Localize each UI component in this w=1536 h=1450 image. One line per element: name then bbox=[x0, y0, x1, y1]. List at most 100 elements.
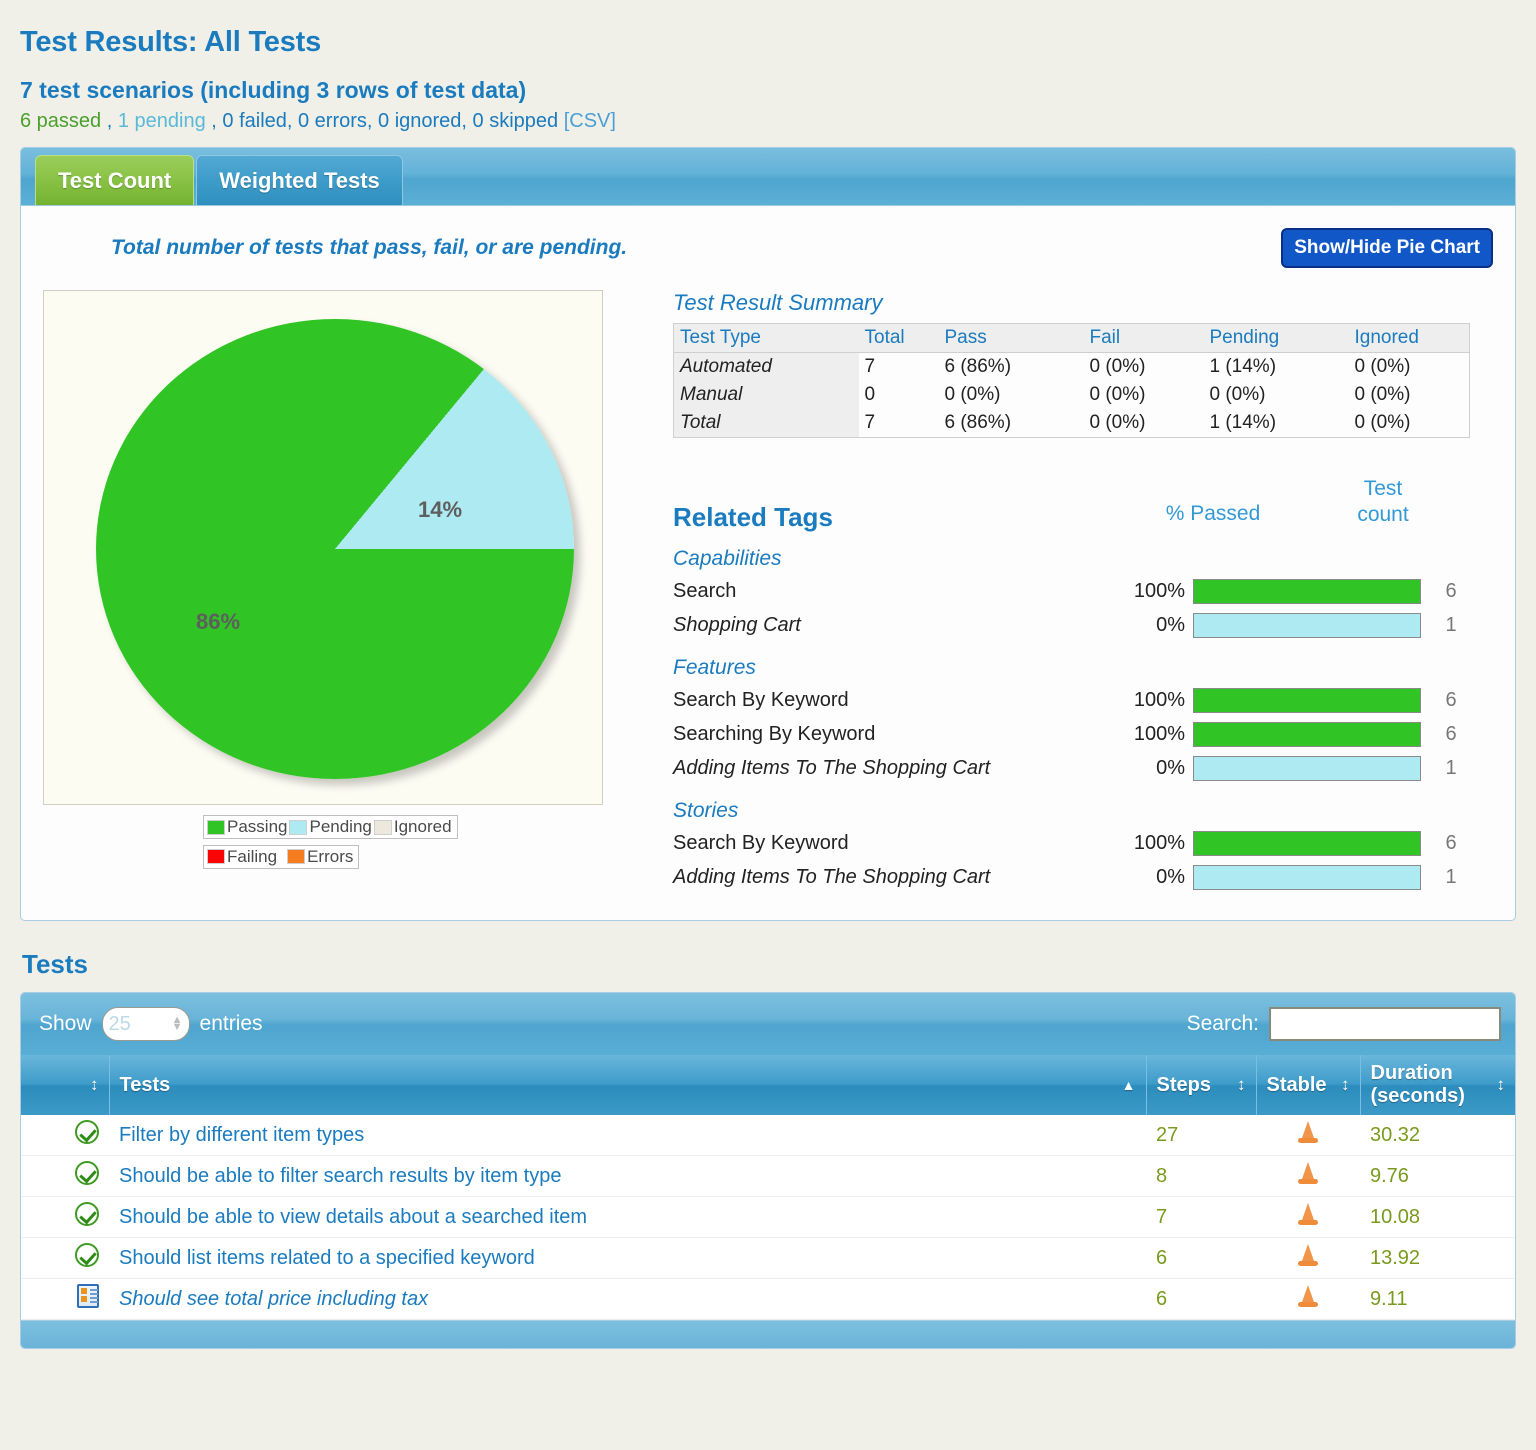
list-item: Shopping Cart 0% 1 bbox=[673, 608, 1493, 642]
duration-cell: 10.08 bbox=[1360, 1196, 1515, 1238]
tag-percent: 100% bbox=[1133, 722, 1185, 745]
table-row[interactable]: Should see total price including tax 6 9… bbox=[21, 1278, 1515, 1320]
list-item: Searching By Keyword 100% 6 bbox=[673, 717, 1493, 751]
tag-name[interactable]: Search By Keyword bbox=[673, 832, 1103, 855]
show-hide-pie-chart-button[interactable]: Show/Hide Pie Chart bbox=[1281, 228, 1493, 268]
summary-cell-fail: 0 (0%) bbox=[1083, 409, 1204, 438]
tag-name[interactable]: Searching By Keyword bbox=[673, 723, 1103, 746]
pass-check-icon bbox=[75, 1161, 99, 1185]
tab-weighted-tests[interactable]: Weighted Tests bbox=[196, 155, 403, 205]
search-label: Search: bbox=[1186, 1012, 1259, 1035]
summary-col-fail: Fail bbox=[1083, 323, 1204, 353]
summary-cell-pass: 6 (86%) bbox=[944, 356, 1012, 377]
list-item: Adding Items To The Shopping Cart 0% 1 bbox=[673, 860, 1493, 894]
stepper-arrows-icon[interactable]: ▲ ▼ bbox=[172, 1015, 183, 1033]
tag-name[interactable]: Adding Items To The Shopping Cart bbox=[673, 866, 1103, 889]
entries-per-page-select[interactable]: 25 ▲ ▼ bbox=[101, 1007, 190, 1041]
csv-link[interactable]: [CSV] bbox=[564, 110, 616, 132]
table-row: Automated 7 6 (86%) 0 (0%) 1 (14%) 0 (0%… bbox=[673, 352, 1470, 381]
tag-name[interactable]: Shopping Cart bbox=[673, 614, 1103, 637]
stable-cell bbox=[1256, 1278, 1360, 1320]
summary-col-ignored: Ignored bbox=[1348, 323, 1470, 353]
test-name-cell: Should be able to filter search results … bbox=[109, 1155, 1146, 1197]
pass-check-icon bbox=[75, 1202, 99, 1226]
tag-test-count: 6 bbox=[1445, 722, 1457, 745]
tag-percent: 0% bbox=[1156, 613, 1185, 636]
tag-name[interactable]: Adding Items To The Shopping Cart bbox=[673, 757, 1103, 780]
legend-label-ignored: Ignored bbox=[393, 817, 452, 836]
tests-col-name[interactable]: Tests ▲ bbox=[109, 1055, 1147, 1115]
pie-chart-frame: 14% 86% bbox=[43, 290, 603, 805]
search-input[interactable] bbox=[1269, 1007, 1501, 1041]
table-row[interactable]: Should be able to view details about a s… bbox=[21, 1196, 1515, 1238]
steps-cell: 27 bbox=[1146, 1115, 1256, 1156]
tag-percent: 0% bbox=[1156, 865, 1185, 888]
tag-test-count: 6 bbox=[1445, 688, 1457, 711]
test-name-link[interactable]: Should list items related to a specified… bbox=[119, 1247, 535, 1269]
scenario-summary: 7 test scenarios (including 3 rows of te… bbox=[20, 77, 527, 103]
status-cell bbox=[21, 1196, 109, 1238]
sort-toggle-icon[interactable]: ↕ bbox=[1237, 1075, 1246, 1095]
summary-cell-total: 7 bbox=[864, 356, 876, 377]
summary-cell-ignored: 0 (0%) bbox=[1348, 381, 1470, 409]
test-name-link[interactable]: Should be able to view details about a s… bbox=[119, 1206, 587, 1228]
sort-ascending-icon[interactable]: ▲ bbox=[1122, 1077, 1136, 1093]
sort-toggle-icon[interactable]: ↕ bbox=[90, 1075, 99, 1095]
panel-columns: 14% 86% Passing Pending Ignored Failing … bbox=[43, 290, 1493, 894]
sort-toggle-icon[interactable]: ↕ bbox=[1497, 1075, 1506, 1095]
tests-col-duration[interactable]: Duration (seconds) ↕ bbox=[1360, 1055, 1515, 1115]
legend-swatch-passing bbox=[207, 819, 225, 835]
summary-title: Test Result Summary bbox=[673, 290, 883, 315]
status-cell bbox=[21, 1155, 109, 1197]
list-item: Search By Keyword 100% 6 bbox=[673, 826, 1493, 860]
tag-progress-bar bbox=[1193, 687, 1421, 713]
tag-percent: 100% bbox=[1133, 579, 1185, 602]
summary-cell-type: Total bbox=[673, 409, 859, 438]
counts-sep-2: , bbox=[205, 110, 223, 132]
table-row[interactable]: Filter by different item types 27 30.32 bbox=[21, 1115, 1515, 1156]
test-name-cell: Should see total price including tax bbox=[109, 1278, 1146, 1320]
tests-panel: Show 25 ▲ ▼ entries Search: ↕ Tests ▲ St… bbox=[20, 992, 1516, 1349]
tag-percent: 100% bbox=[1133, 831, 1185, 854]
legend-item-passing: Passing bbox=[207, 817, 287, 837]
test-name-link[interactable]: Should see total price including tax bbox=[119, 1288, 428, 1310]
show-entries-control: Show 25 ▲ ▼ entries bbox=[39, 1007, 263, 1041]
tab-test-count[interactable]: Test Count bbox=[35, 155, 195, 205]
summary-header-row: Test Type Total Pass Fail Pending Ignore… bbox=[673, 323, 1470, 353]
summary-cell-type: Manual bbox=[673, 381, 859, 409]
steps-cell: 6 bbox=[1146, 1278, 1256, 1320]
legend-label-failing: Failing bbox=[227, 846, 278, 866]
tag-name[interactable]: Search By Keyword bbox=[673, 689, 1103, 712]
passed-count: 6 passed bbox=[20, 110, 102, 132]
stable-cell bbox=[1256, 1115, 1360, 1156]
duration-cell: 9.11 bbox=[1360, 1278, 1515, 1320]
legend-item-pending: Pending bbox=[289, 817, 372, 837]
traffic-cone-icon bbox=[1298, 1244, 1318, 1266]
tag-percent: 0% bbox=[1156, 756, 1185, 779]
count-header-line-2: count bbox=[1357, 503, 1409, 527]
counts-sep-1: , bbox=[101, 110, 118, 132]
summary-cell-ignored: 0 (0%) bbox=[1348, 409, 1470, 438]
tag-test-count: 6 bbox=[1445, 579, 1457, 602]
duration-label-line-2: (seconds) bbox=[1370, 1085, 1465, 1107]
stable-cell bbox=[1256, 1237, 1360, 1279]
test-result-summary-table: Test Type Total Pass Fail Pending Ignore… bbox=[673, 323, 1470, 438]
summary-cell-total: 7 bbox=[858, 409, 939, 438]
test-name-link[interactable]: Filter by different item types bbox=[119, 1124, 364, 1146]
test-name-link[interactable]: Should be able to filter search results … bbox=[119, 1165, 561, 1187]
tag-percent: 100% bbox=[1133, 688, 1185, 711]
summary-cell-type: Automated bbox=[673, 352, 859, 381]
tag-group-stories: Stories Search By Keyword 100% 6 Adding … bbox=[673, 799, 1493, 894]
tests-col-stable[interactable]: Stable ↕ bbox=[1256, 1055, 1361, 1115]
sort-toggle-icon[interactable]: ↕ bbox=[1341, 1075, 1350, 1095]
tests-col-status[interactable]: ↕ bbox=[21, 1055, 110, 1115]
tests-col-name-label: Tests bbox=[119, 1073, 171, 1096]
steps-cell: 7 bbox=[1146, 1196, 1256, 1238]
tag-name[interactable]: Search bbox=[673, 580, 1103, 603]
tests-col-steps[interactable]: Steps ↕ bbox=[1146, 1055, 1257, 1115]
other-counts: 0 failed, 0 errors, 0 ignored, 0 skipped bbox=[222, 110, 559, 132]
traffic-cone-icon bbox=[1298, 1285, 1318, 1307]
table-row[interactable]: Should list items related to a specified… bbox=[21, 1237, 1515, 1279]
table-row[interactable]: Should be able to filter search results … bbox=[21, 1155, 1515, 1197]
status-cell bbox=[21, 1115, 109, 1156]
